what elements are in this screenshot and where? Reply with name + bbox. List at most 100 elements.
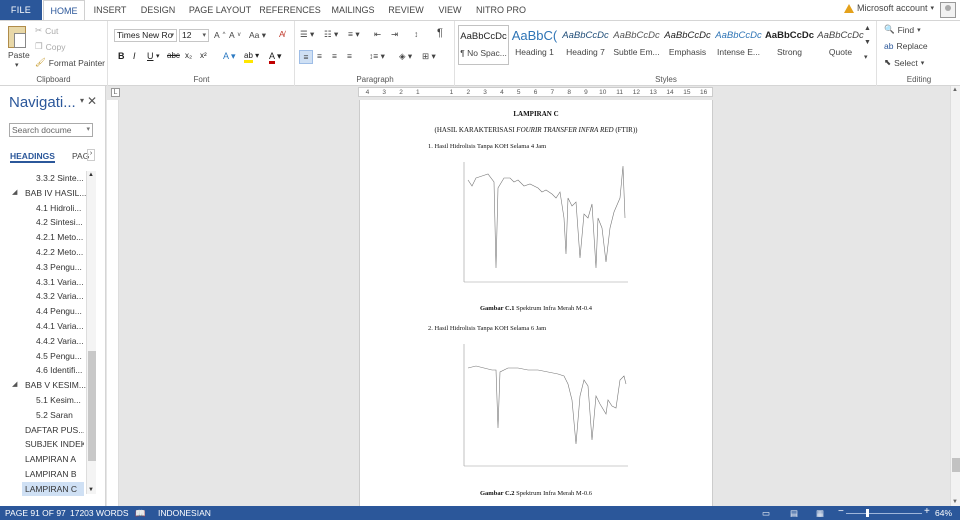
nav-heading-item[interactable]: ◢ BAB IV HASIL... bbox=[0, 186, 86, 200]
numbering-icon[interactable]: ☷ ▾ bbox=[324, 29, 338, 40]
font-size-select[interactable]: 12 ▾ bbox=[179, 29, 209, 42]
text-effects-icon[interactable]: A ▾ bbox=[223, 51, 236, 62]
styles-scroll-down-icon[interactable]: ▼ bbox=[864, 39, 871, 46]
sort-icon[interactable]: ↕ bbox=[414, 29, 418, 39]
web-layout-icon[interactable]: ▦ bbox=[816, 508, 824, 519]
subscript-icon[interactable]: x₂ bbox=[185, 51, 192, 60]
styles-scroll-up-icon[interactable]: ▲ bbox=[864, 25, 871, 32]
style-heading-7[interactable]: AaBbCcDc Heading 7 bbox=[560, 25, 611, 65]
nav-heading-item[interactable]: 4.2.2 Meto... bbox=[0, 245, 86, 259]
zoom-level[interactable]: 64% bbox=[935, 508, 952, 518]
tab-references[interactable]: REFERENCES bbox=[259, 0, 321, 20]
paste-chevron-icon[interactable]: ▾ bbox=[15, 61, 19, 69]
nav-heading-item[interactable]: LAMPIRAN B bbox=[22, 467, 84, 481]
scroll-down-icon[interactable]: ▼ bbox=[952, 499, 958, 505]
grow-font-icon[interactable]: A ^ bbox=[214, 30, 226, 40]
justify-icon[interactable]: ≡ bbox=[347, 51, 352, 61]
document-page[interactable]: LAMPIRAN C (HASIL KARAKTERISASI FOURIR T… bbox=[359, 100, 713, 506]
tab-stop-selector[interactable]: L bbox=[111, 88, 120, 97]
format-painter-button[interactable]: 🖌 Format Painter bbox=[35, 57, 105, 68]
nav-heading-item[interactable]: 4.4.2 Varia... bbox=[0, 334, 86, 348]
superscript-icon[interactable]: x² bbox=[200, 51, 207, 60]
decrease-indent-icon[interactable]: ⇤ bbox=[374, 29, 381, 40]
replace-button[interactable]: ab Replace bbox=[884, 41, 928, 51]
pilcrow-icon[interactable]: ¶ bbox=[437, 27, 443, 39]
style-no-spacing[interactable]: AaBbCcDc ¶ No Spac... bbox=[458, 25, 509, 65]
multilevel-list-icon[interactable]: ≡ ▾ bbox=[348, 29, 360, 40]
nav-heading-item[interactable]: 4.1 Hidroli... bbox=[0, 201, 86, 215]
document-scrollbar[interactable]: ▲ ▼ bbox=[950, 86, 960, 506]
style-emphasis[interactable]: AaBbCcDc Emphasis bbox=[662, 25, 713, 65]
strikethrough-icon[interactable]: abc bbox=[167, 51, 180, 60]
bold-icon[interactable]: B bbox=[118, 51, 125, 61]
line-spacing-icon[interactable]: ↕≡ ▾ bbox=[369, 51, 385, 62]
nav-heading-item[interactable]: 5.2 Saran bbox=[0, 408, 86, 422]
nav-heading-item[interactable]: 4.3.2 Varia... bbox=[0, 289, 86, 303]
shading-icon[interactable]: ◈ ▾ bbox=[399, 51, 412, 62]
tab-design[interactable]: DESIGN bbox=[138, 0, 178, 20]
align-center-icon[interactable]: ≡ bbox=[317, 51, 322, 61]
copy-button[interactable]: ❐ Copy bbox=[35, 41, 65, 52]
nav-heading-item[interactable]: LAMPIRAN C bbox=[22, 481, 84, 496]
scroll-down-icon[interactable]: ▼ bbox=[88, 487, 94, 493]
chevron-right-icon[interactable]: › bbox=[87, 149, 95, 161]
nav-heading-item[interactable]: 4.6 Identifi... bbox=[0, 363, 86, 377]
select-button[interactable]: ⬉ Select ▾ bbox=[884, 57, 924, 68]
align-left-icon[interactable]: ≡ bbox=[299, 50, 313, 64]
tab-nitro-pro[interactable]: NITRO PRO bbox=[474, 0, 528, 20]
paste-icon[interactable] bbox=[8, 26, 26, 48]
zoom-slider-thumb[interactable] bbox=[866, 509, 869, 517]
cut-button[interactable]: ✂ Cut bbox=[35, 25, 58, 36]
font-color-icon[interactable]: A ▾ bbox=[269, 51, 282, 64]
nav-heading-item[interactable]: 4.4.1 Varia... bbox=[0, 319, 86, 333]
italic-icon[interactable]: I bbox=[133, 51, 136, 61]
nav-heading-item[interactable]: 4.5 Pengu... bbox=[0, 349, 86, 363]
bullets-icon[interactable]: ☰ ▾ bbox=[300, 29, 314, 40]
nav-search-input[interactable]: Search docume ▾ bbox=[9, 123, 93, 137]
nav-heading-item[interactable]: LAMPIRAN A bbox=[22, 452, 84, 466]
shrink-font-icon[interactable]: Av bbox=[229, 30, 241, 40]
underline-chevron-icon[interactable]: ▾ bbox=[156, 52, 160, 60]
word-count[interactable]: 17203 WORDS bbox=[70, 508, 129, 518]
style-quote[interactable]: AaBbCcDc Quote bbox=[815, 25, 866, 65]
zoom-slider[interactable] bbox=[846, 513, 922, 514]
nav-heading-item[interactable]: 4.2 Sintesi... bbox=[0, 215, 86, 229]
font-family-select[interactable]: Times New Ro ▾ bbox=[114, 29, 177, 42]
collapse-triangle-icon[interactable]: ◢ bbox=[12, 186, 17, 200]
clear-formatting-icon[interactable]: A̸ bbox=[279, 29, 285, 39]
borders-icon[interactable]: ⊞ ▾ bbox=[422, 51, 436, 62]
tab-home[interactable]: HOME bbox=[43, 0, 85, 20]
find-button[interactable]: 🔍 Find ▾ bbox=[884, 24, 921, 35]
proofing-icon[interactable]: 📖 bbox=[135, 508, 146, 519]
scroll-up-icon[interactable]: ▲ bbox=[88, 172, 94, 178]
nav-heading-item[interactable]: DAFTAR PUS... bbox=[22, 423, 84, 437]
nav-scroll-thumb[interactable] bbox=[88, 351, 96, 461]
account-menu[interactable]: Microsoft account ▾ bbox=[843, 3, 934, 13]
nav-heading-item[interactable]: 4.3 Pengu... bbox=[0, 260, 86, 274]
change-case-icon[interactable]: Aa ▾ bbox=[249, 30, 266, 41]
page-count[interactable]: PAGE 91 OF 97 bbox=[5, 508, 66, 518]
collapse-triangle-icon[interactable]: ◢ bbox=[12, 378, 17, 392]
nav-heading-item[interactable]: 4.3.1 Varia... bbox=[0, 275, 86, 289]
nav-heading-item[interactable]: 4.4 Pengu... bbox=[0, 304, 86, 318]
scroll-up-icon[interactable]: ▲ bbox=[952, 87, 958, 93]
underline-icon[interactable]: U bbox=[147, 51, 154, 61]
chevron-down-icon[interactable]: ▾ bbox=[86, 124, 90, 136]
paste-button[interactable]: Paste bbox=[8, 50, 30, 60]
highlight-icon[interactable]: ab ▾ bbox=[244, 51, 259, 63]
nav-scrollbar[interactable]: ▲ ▼ bbox=[86, 171, 96, 494]
print-layout-icon[interactable]: ▤ bbox=[790, 508, 798, 519]
style-heading-1[interactable]: AaBbC(Heading 1 bbox=[509, 25, 560, 65]
tab-insert[interactable]: INSERT bbox=[90, 0, 130, 20]
tab-file[interactable]: FILE bbox=[0, 0, 42, 20]
nav-heading-item[interactable]: ◢ BAB V KESIM... bbox=[0, 378, 86, 392]
tab-page-layout[interactable]: PAGE LAYOUT bbox=[187, 0, 253, 20]
language[interactable]: INDONESIAN bbox=[158, 508, 211, 518]
read-mode-icon[interactable]: ▭ bbox=[762, 508, 770, 519]
close-icon[interactable]: ✕ bbox=[87, 94, 97, 108]
nav-heading-item[interactable]: 4.2.1 Meto... bbox=[0, 230, 86, 244]
style-subtle-emphasis[interactable]: AaBbCcDc Subtle Em... bbox=[611, 25, 662, 65]
nav-heading-item[interactable]: 3.3.2 Sinte... bbox=[0, 171, 86, 185]
tab-mailings[interactable]: MAILINGS bbox=[327, 0, 379, 20]
nav-options-icon[interactable]: ▾ bbox=[80, 96, 84, 105]
